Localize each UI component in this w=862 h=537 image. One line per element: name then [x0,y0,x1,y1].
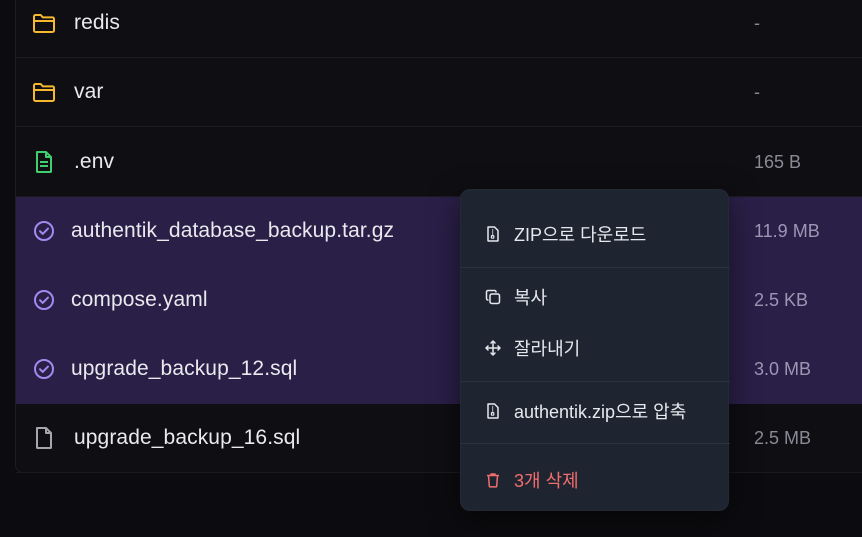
menu-item-cut[interactable]: 잘라내기 [461,328,730,368]
file-row-var[interactable]: var - [16,58,862,127]
menu-divider [461,443,730,444]
menu-item-label: ZIP으로 다운로드 [514,225,647,245]
file-size: - [754,12,760,33]
file-size: 11.9 MB [754,220,820,241]
menu-item-copy[interactable]: 복사 [461,277,730,317]
file-name: redis [74,11,121,34]
menu-divider [461,267,730,268]
menu-item-label: authentik.zip으로 압축 [514,402,687,422]
file-archive-icon [485,403,501,419]
menu-item-download-zip[interactable]: ZIP으로 다운로드 [461,214,730,254]
file-name: upgrade_backup_16.sql [74,426,301,449]
file-row-authentik-backup[interactable]: authentik_database_backup.tar.gz 11.9 MB [16,197,862,266]
context-menu: ZIP으로 다운로드 복사 잘라내기 authentik.zip으로 압축 3개… [460,189,730,511]
move-icon [485,340,501,356]
menu-divider [461,381,730,382]
check-circle-icon[interactable] [32,219,56,243]
menu-item-label: 복사 [514,288,548,308]
menu-item-label: 잘라내기 [514,339,581,359]
file-size: 2.5 KB [754,289,809,310]
folder-icon [32,80,56,104]
file-row-env[interactable]: .env 165 B [16,128,862,197]
check-circle-icon[interactable] [32,288,56,312]
file-name: var [74,80,104,103]
file-name: upgrade_backup_12.sql [71,357,298,380]
file-name: .env [74,150,115,173]
file-name: authentik_database_backup.tar.gz [71,219,395,242]
file-icon [32,426,56,450]
file-size: 3.0 MB [754,358,812,379]
trash-icon [485,472,501,488]
file-size: 2.5 MB [754,427,812,448]
file-row-upgrade-16[interactable]: upgrade_backup_16.sql 2.5 MB [16,404,862,473]
file-size: 165 B [754,151,802,172]
menu-item-delete[interactable]: 3개 삭제 [461,460,730,500]
menu-item-label: 3개 삭제 [514,471,579,491]
folder-icon [32,11,56,35]
file-row-compose[interactable]: compose.yaml 2.5 KB [16,266,862,335]
menu-item-compress[interactable]: authentik.zip으로 압축 [461,391,730,431]
file-row-redis[interactable]: redis - [16,0,862,58]
file-size: - [754,81,760,102]
file-row-upgrade-12[interactable]: upgrade_backup_12.sql 3.0 MB [16,335,862,404]
file-name: compose.yaml [71,288,208,311]
file-text-icon [32,150,56,174]
file-archive-icon [485,226,501,242]
copy-icon [485,289,501,305]
check-circle-icon[interactable] [32,357,56,381]
